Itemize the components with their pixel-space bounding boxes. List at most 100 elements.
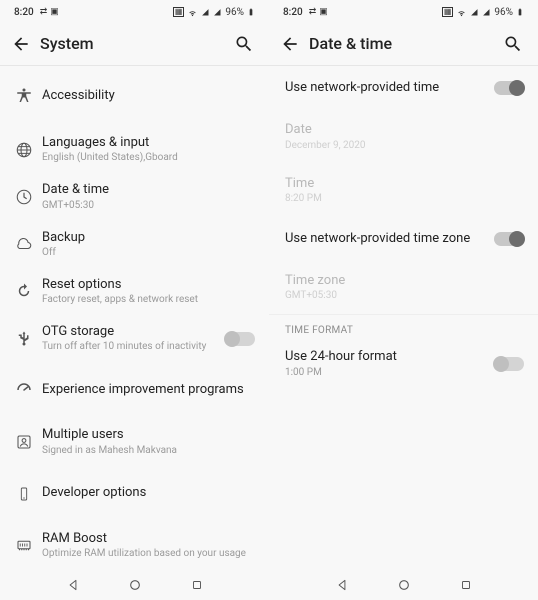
status-time: 8:20 — [14, 7, 34, 18]
row-sub: 8:20 PM — [285, 193, 524, 205]
search-button[interactable] — [498, 29, 528, 59]
wifi-icon — [456, 7, 467, 18]
row-label: Use network-provided time — [285, 80, 494, 96]
row-date: Date December 9, 2020 — [269, 110, 538, 163]
sys-item-ram-boost[interactable]: RAM Boost Optimize RAM utilization based… — [0, 522, 269, 569]
sys-item-label: Experience improvement programs — [42, 382, 255, 398]
sys-item-languages[interactable]: Languages & input English (United States… — [0, 126, 269, 173]
signal2-icon — [213, 8, 222, 17]
status-notif-icon: ⇄ — [309, 7, 317, 17]
nav-back-icon — [66, 578, 80, 592]
sys-item-backup[interactable]: Backup Off — [0, 221, 269, 268]
row-label: Use network-provided time zone — [285, 231, 494, 247]
signal2-icon — [482, 8, 491, 17]
status-bar: 8:20 ⇄ ▣ ▦ 96% — [269, 0, 538, 22]
page-title: System — [40, 34, 229, 53]
sys-item-sub: English (United States),Gboard — [42, 152, 255, 164]
row-network-time[interactable]: Use network-provided time — [269, 66, 538, 110]
sys-item-sub: Signed in as Mahesh Makvana — [42, 445, 255, 457]
otg-toggle[interactable] — [225, 332, 255, 346]
sys-item-label: Languages & input — [42, 135, 255, 151]
battery-icon — [247, 6, 255, 18]
wifi-icon — [187, 7, 198, 18]
nav-home-button[interactable] — [126, 576, 144, 594]
h24-toggle[interactable] — [494, 357, 524, 371]
clock-icon — [15, 188, 33, 206]
network-tz-toggle[interactable] — [494, 232, 524, 246]
row-label: Time zone — [285, 273, 524, 289]
section-time-format: TIME FORMAT — [269, 315, 538, 340]
row-label: Date — [285, 122, 524, 138]
nav-home-icon — [396, 577, 412, 593]
phone-icon — [16, 486, 32, 502]
status-screenshot-icon: ▣ — [319, 7, 328, 17]
row-label: Use 24-hour format — [285, 349, 494, 365]
accessibility-icon — [15, 87, 33, 105]
nav-bar — [269, 570, 538, 600]
nav-back-icon — [335, 578, 349, 592]
status-volte-icon: ▦ — [442, 7, 454, 17]
sys-item-sub: Off — [42, 247, 255, 259]
sys-item-label: RAM Boost — [42, 531, 255, 547]
nav-home-icon — [127, 577, 143, 593]
battery-icon — [516, 6, 524, 18]
back-button[interactable] — [275, 29, 305, 59]
sys-item-label: Multiple users — [42, 427, 255, 443]
row-time: Time 8:20 PM — [269, 164, 538, 217]
system-list: Accessibility Languages & input English … — [0, 66, 269, 570]
sys-item-multiple-users[interactable]: Multiple users Signed in as Mahesh Makva… — [0, 418, 269, 465]
nav-back-button[interactable] — [64, 576, 82, 594]
search-icon — [234, 34, 254, 54]
sys-item-label: OTG storage — [42, 324, 225, 340]
sys-item-sub: Optimize RAM utilization based on your u… — [42, 548, 255, 560]
sys-item-label: Date & time — [42, 182, 255, 198]
status-notif-icon: ⇄ — [40, 7, 48, 17]
app-bar: System — [0, 22, 269, 66]
status-volte-icon: ▦ — [173, 7, 185, 17]
nav-recent-icon — [459, 578, 473, 592]
sys-item-sub: Factory reset, apps & network reset — [42, 294, 255, 306]
back-button[interactable] — [6, 29, 36, 59]
back-icon — [280, 34, 300, 54]
search-button[interactable] — [229, 29, 259, 59]
screen-date-time: 8:20 ⇄ ▣ ▦ 96% Date & time Use network-p… — [269, 0, 538, 600]
cloud-icon — [15, 235, 33, 253]
globe-icon — [15, 141, 33, 159]
signal-icon — [470, 8, 479, 17]
screen-system: 8:20 ⇄ ▣ ▦ 96% System Accessibility Lang… — [0, 0, 269, 600]
status-screenshot-icon: ▣ — [50, 7, 59, 17]
sys-item-otg[interactable]: OTG storage Turn off after 10 minutes of… — [0, 315, 269, 362]
experience-icon — [15, 381, 33, 399]
usb-icon — [15, 330, 33, 348]
sys-item-label: Backup — [42, 230, 255, 246]
row-network-tz[interactable]: Use network-provided time zone — [269, 217, 538, 261]
status-battery-pct: 96% — [494, 7, 513, 18]
sys-item-date-time[interactable]: Date & time GMT+05:30 — [0, 173, 269, 220]
row-24h-format[interactable]: Use 24-hour format 1:00 PM — [269, 340, 538, 387]
reset-icon — [15, 282, 33, 300]
sys-item-label: Developer options — [42, 485, 255, 501]
signal-icon — [201, 8, 210, 17]
row-sub: GMT+05:30 — [285, 290, 524, 302]
page-title: Date & time — [309, 34, 498, 53]
sys-item-sub: GMT+05:30 — [42, 200, 255, 212]
nav-home-button[interactable] — [395, 576, 413, 594]
sys-item-experience[interactable]: Experience improvement programs — [0, 362, 269, 418]
sys-item-accessibility[interactable]: Accessibility — [0, 66, 269, 126]
sys-item-sub: Turn off after 10 minutes of inactivity — [42, 341, 225, 353]
nav-back-button[interactable] — [333, 576, 351, 594]
status-bar: 8:20 ⇄ ▣ ▦ 96% — [0, 0, 269, 22]
sys-item-developer[interactable]: Developer options — [0, 466, 269, 522]
nav-recent-button[interactable] — [188, 576, 206, 594]
status-time: 8:20 — [283, 7, 303, 18]
row-sub: 1:00 PM — [285, 367, 494, 379]
network-time-toggle[interactable] — [494, 81, 524, 95]
sys-item-label: Accessibility — [42, 88, 255, 104]
sys-item-reset[interactable]: Reset options Factory reset, apps & netw… — [0, 268, 269, 315]
nav-recent-icon — [190, 578, 204, 592]
date-time-list: Use network-provided time Date December … — [269, 66, 538, 570]
status-battery-pct: 96% — [225, 7, 244, 18]
back-icon — [11, 34, 31, 54]
nav-recent-button[interactable] — [457, 576, 475, 594]
users-icon — [15, 433, 33, 451]
